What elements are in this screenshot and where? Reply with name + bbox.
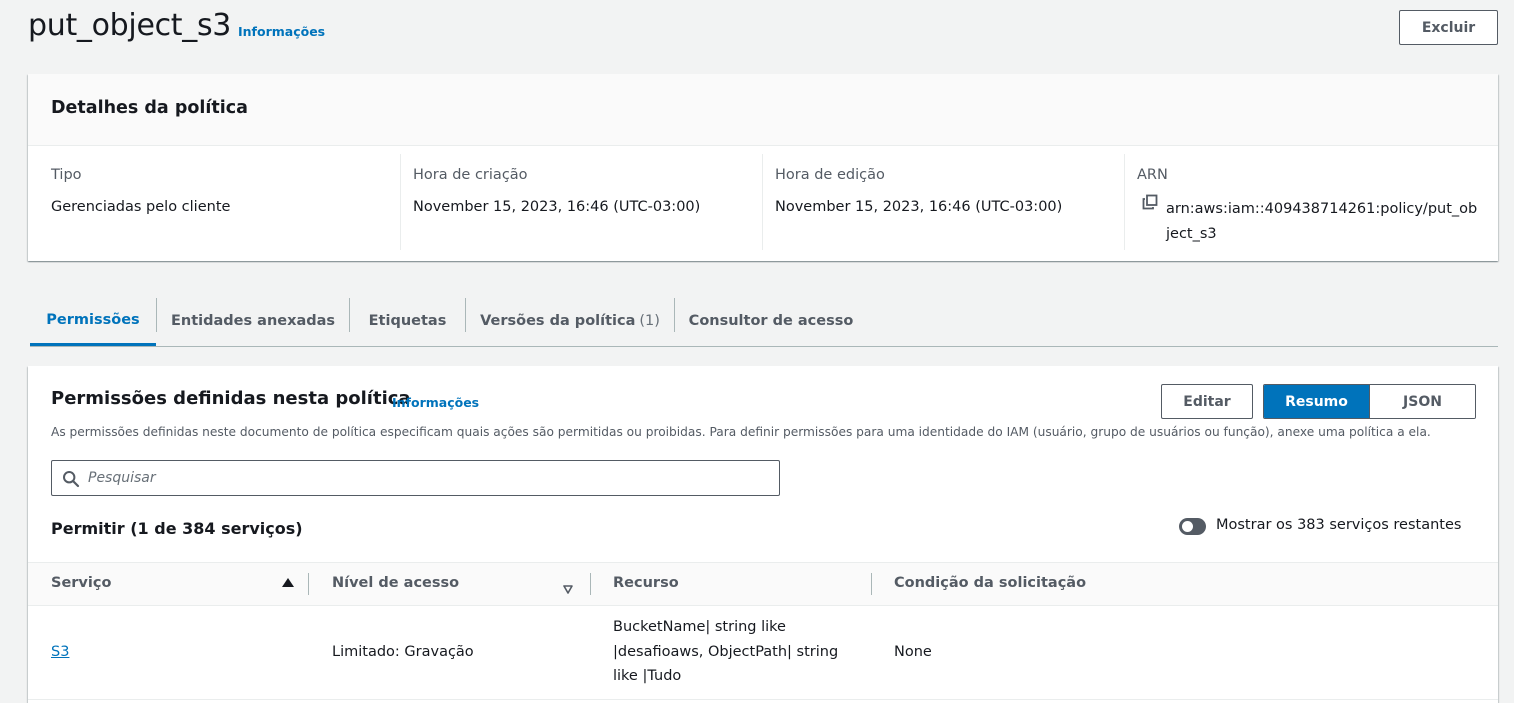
policy-details-heading: Detalhes da política (51, 98, 248, 118)
permissions-title: Permissões definidas nesta política (51, 388, 411, 409)
summary-view-button[interactable]: Resumo (1264, 385, 1369, 418)
column-header-condition[interactable]: Condição da solicitação (894, 575, 1086, 591)
json-view-button[interactable]: JSON (1369, 385, 1475, 418)
policy-details-card: Detalhes da política Tipo Gerenciadas pe… (28, 74, 1498, 261)
permissions-description: As permissões definidas neste documento … (51, 425, 1431, 439)
copy-icon[interactable] (1142, 194, 1158, 210)
arn-value-line: arn:aws:iam::409438714261:policy/put_ob (1166, 201, 1478, 217)
tab-tags[interactable]: Etiquetas (350, 296, 465, 346)
edited-column: Hora de edição November 15, 2023, 16:46 … (762, 154, 1124, 250)
edit-button[interactable]: Editar (1161, 384, 1253, 419)
column-divider (590, 573, 591, 595)
tab-permissions[interactable]: Permissões (30, 296, 156, 346)
resource-cell: BucketName| string like |desafioaws, Obj… (613, 615, 838, 689)
sort-descending-icon[interactable] (563, 579, 573, 594)
tab-access-advisor[interactable]: Consultor de acesso (675, 296, 867, 346)
tab-count: (1) (639, 313, 660, 329)
arn-value-line: ject_s3 (1166, 226, 1217, 242)
created-label: Hora de criação (413, 167, 528, 183)
show-remaining-label: Mostrar os 383 serviços restantes (1216, 517, 1462, 533)
arn-value: arn:aws:iam::409438714261:policy/put_ob … (1166, 197, 1477, 247)
page-title: put_object_s3 (28, 8, 232, 43)
created-column: Hora de criação November 15, 2023, 16:46… (400, 154, 762, 250)
tab-label: Permissões (46, 311, 140, 328)
type-value: Gerenciadas pelo cliente (51, 199, 231, 215)
service-link[interactable]: S3 (51, 640, 69, 665)
policy-details-header: Detalhes da política (28, 74, 1498, 146)
column-divider (871, 573, 872, 595)
resource-line: |desafioaws, ObjectPath| string (613, 643, 839, 660)
column-header-service[interactable]: Serviço (51, 575, 111, 591)
column-divider (308, 573, 309, 595)
edited-label: Hora de edição (775, 167, 885, 183)
info-link[interactable]: Informações (392, 395, 479, 410)
arn-column: ARN arn:aws:iam::409438714261:policy/put… (1124, 154, 1486, 250)
tab-label: Consultor de acesso (688, 313, 854, 329)
permissions-card: Permissões definidas nesta política Info… (28, 366, 1498, 703)
column-header-resource[interactable]: Recurso (613, 575, 679, 591)
tab-attached-entities[interactable]: Entidades anexadas (157, 296, 349, 346)
sort-ascending-icon[interactable] (282, 578, 294, 587)
search-icon (62, 470, 80, 488)
show-remaining-toggle[interactable] (1179, 518, 1206, 535)
type-column: Tipo Gerenciadas pelo cliente (39, 154, 401, 250)
tab-label: Etiquetas (368, 313, 447, 329)
view-toggle: Resumo JSON (1263, 384, 1476, 419)
type-label: Tipo (51, 167, 82, 183)
edited-value: November 15, 2023, 16:46 (UTC-03:00) (775, 199, 1063, 215)
allow-heading: Permitir (1 de 384 serviços) (51, 519, 303, 538)
search-field (51, 460, 780, 496)
resource-line: like |Tudo (613, 668, 682, 684)
access-level-cell: Limitado: Gravação (332, 644, 474, 660)
created-value: November 15, 2023, 16:46 (UTC-03:00) (413, 199, 701, 215)
tab-label: Versões da política (480, 313, 636, 329)
condition-cell: None (894, 644, 932, 660)
search-input[interactable] (88, 465, 768, 491)
tab-policy-versions[interactable]: Versões da política (1) (466, 296, 674, 346)
tab-bar: Permissões Entidades anexadas Etiquetas … (30, 296, 1498, 347)
delete-button[interactable]: Excluir (1399, 10, 1498, 45)
arn-label: ARN (1137, 167, 1168, 183)
table-header: Serviço Nível de acesso Recurso Condição… (28, 562, 1498, 606)
table-row: S3 Limitado: Gravação BucketName| string… (28, 606, 1498, 700)
resource-line: BucketName| string like (613, 619, 786, 635)
tab-label: Entidades anexadas (170, 313, 336, 329)
column-header-access-level[interactable]: Nível de acesso (332, 575, 459, 591)
info-link[interactable]: Informações (238, 24, 325, 39)
